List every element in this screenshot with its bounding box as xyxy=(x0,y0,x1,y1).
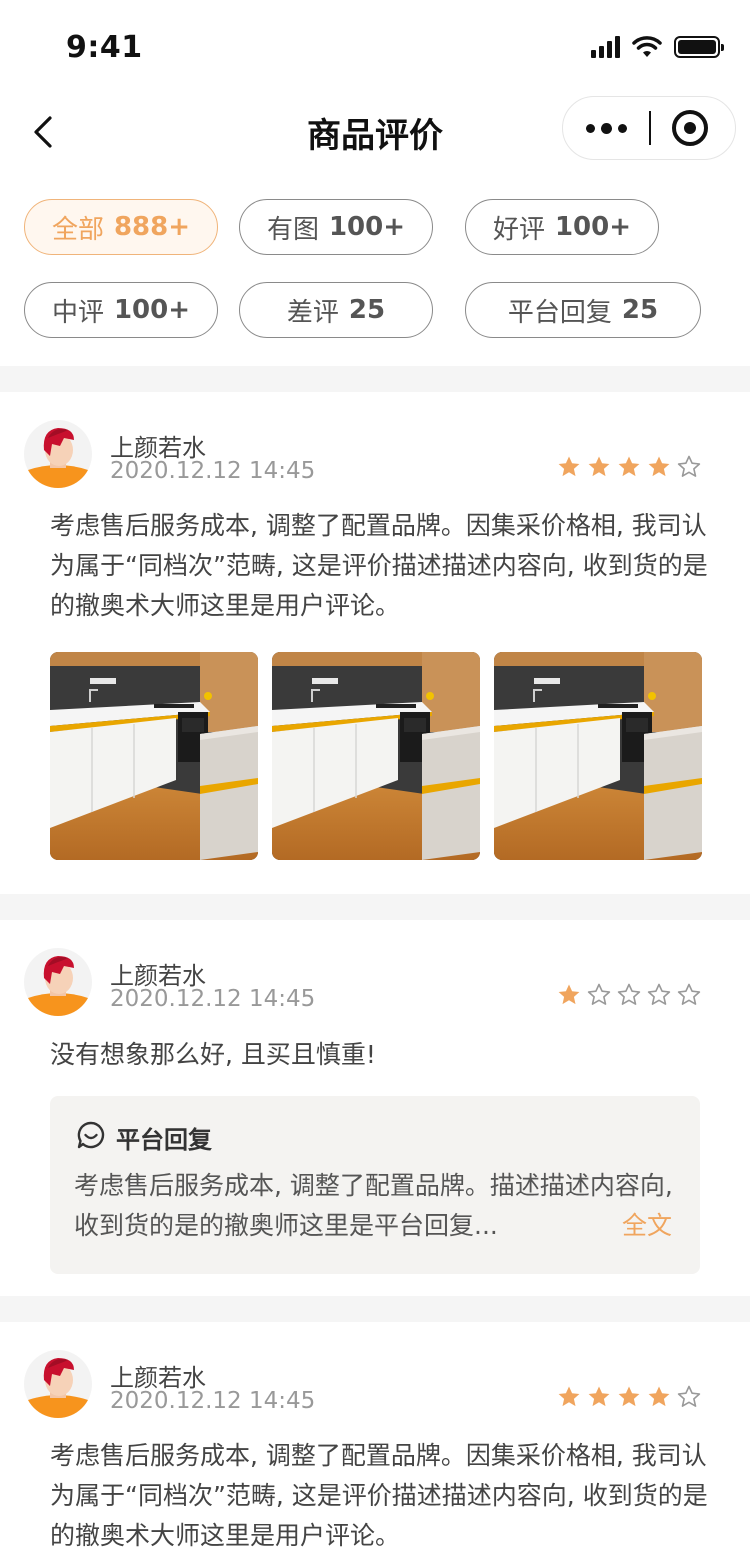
review-photo[interactable] xyxy=(50,652,258,860)
kitchen-photo-image xyxy=(272,652,480,860)
filter-chip-neutral[interactable]: 中评 100+ xyxy=(24,282,218,338)
reply-text: 考虑售后服务成本, 调整了配置品牌。描述描述内容向, 收到货的是的撤奥师这里是平… xyxy=(74,1171,673,1240)
star-rating xyxy=(557,455,701,479)
star-filled-icon xyxy=(648,1386,670,1407)
star-empty-icon xyxy=(587,983,611,1005)
avatar[interactable] xyxy=(24,420,92,488)
star-empty-icon xyxy=(677,1385,701,1407)
filter-chip-negative[interactable]: 差评 25 xyxy=(239,282,433,338)
review-card: 上颜若水 2020.12.12 14:45 没有想象那么好, 且买且慎重! 平台… xyxy=(0,920,750,1296)
star-filled-icon xyxy=(558,1386,580,1407)
close-target-icon[interactable] xyxy=(672,110,708,146)
review-date: 2020.12.12 14:45 xyxy=(110,458,316,484)
chip-count: 100+ xyxy=(554,212,632,242)
kitchen-photo-image xyxy=(50,652,258,860)
status-bar: 9:41 xyxy=(0,0,750,88)
avatar[interactable] xyxy=(24,948,92,1016)
capsule-divider xyxy=(649,111,651,145)
review-card: 上颜若水 2020.12.12 14:45 考虑售后服务成本, 调整了配置品牌。… xyxy=(0,392,750,894)
star-rating xyxy=(557,983,701,1007)
star-filled-icon xyxy=(618,456,640,477)
review-photo[interactable] xyxy=(272,652,480,860)
star-empty-icon xyxy=(677,983,701,1005)
star-filled-icon xyxy=(618,1386,640,1407)
star-empty-icon xyxy=(617,983,641,1005)
user-avatar-icon xyxy=(28,956,88,1016)
chip-label: 有图 xyxy=(266,214,319,245)
user-avatar-icon xyxy=(28,1358,88,1418)
review-text: 考虑售后服务成本, 调整了配置品牌。因集采价格相, 我司认为属于“同档次”范畴,… xyxy=(50,1441,708,1550)
review-text: 考虑售后服务成本, 调整了配置品牌。因集采价格相, 我司认为属于“同档次”范畴,… xyxy=(50,511,708,620)
filter-chip-with-images[interactable]: 有图 100+ xyxy=(239,199,433,255)
platform-reply-box: 平台回复 考虑售后服务成本, 调整了配置品牌。描述描述内容向, 收到货的是的撤奥… xyxy=(50,1096,700,1274)
star-filled-icon xyxy=(558,456,580,477)
filter-chip-platform-reply[interactable]: 平台回复 25 xyxy=(465,282,701,338)
review-date: 2020.12.12 14:45 xyxy=(110,1388,316,1414)
chip-count: 25 xyxy=(348,295,386,325)
star-filled-icon xyxy=(588,456,610,477)
chip-label: 平台回复 xyxy=(507,297,612,328)
chip-count: 100+ xyxy=(328,212,406,242)
chip-label: 全部 xyxy=(51,214,104,245)
star-empty-icon xyxy=(647,983,671,1005)
mini-program-capsule xyxy=(562,96,736,160)
star-filled-icon xyxy=(648,456,670,477)
review-card: 上颜若水 2020.12.12 14:45 考虑售后服务成本, 调整了配置品牌。… xyxy=(0,1322,750,1556)
review-photos xyxy=(50,652,702,860)
status-time: 9:41 xyxy=(66,30,143,65)
star-rating xyxy=(557,1385,701,1409)
wifi-icon xyxy=(632,36,662,57)
star-filled-icon xyxy=(558,984,580,1005)
chip-label: 中评 xyxy=(51,297,104,328)
reply-read-more-link[interactable]: 全文 xyxy=(622,1206,672,1246)
filter-chip-positive[interactable]: 好评 100+ xyxy=(465,199,659,255)
cellular-signal-icon xyxy=(591,36,620,58)
chip-count: 25 xyxy=(621,295,659,325)
chip-label: 差评 xyxy=(286,297,339,328)
battery-icon xyxy=(674,36,724,58)
chip-label: 好评 xyxy=(492,214,545,245)
review-photo[interactable] xyxy=(494,652,702,860)
reply-title: 平台回复 xyxy=(116,1126,212,1154)
filter-section: 全部 888+ 有图 100+ 好评 100+ 中评 100+ 差评 25 平台… xyxy=(0,176,750,366)
review-text: 没有想象那么好, 且买且慎重! xyxy=(50,1040,376,1069)
navigation-bar: 商品评价 xyxy=(0,88,750,176)
chip-count: 100+ xyxy=(113,295,191,325)
user-avatar-icon xyxy=(28,428,88,488)
chat-bubble-icon xyxy=(77,1121,105,1149)
kitchen-photo-image xyxy=(494,652,702,860)
status-icons xyxy=(591,34,724,60)
star-empty-icon xyxy=(677,455,701,477)
more-dots-icon[interactable] xyxy=(563,97,649,159)
review-date: 2020.12.12 14:45 xyxy=(110,986,316,1012)
avatar[interactable] xyxy=(24,1350,92,1418)
chip-count: 888+ xyxy=(113,212,191,242)
filter-chip-all[interactable]: 全部 888+ xyxy=(24,199,218,255)
star-filled-icon xyxy=(588,1386,610,1407)
